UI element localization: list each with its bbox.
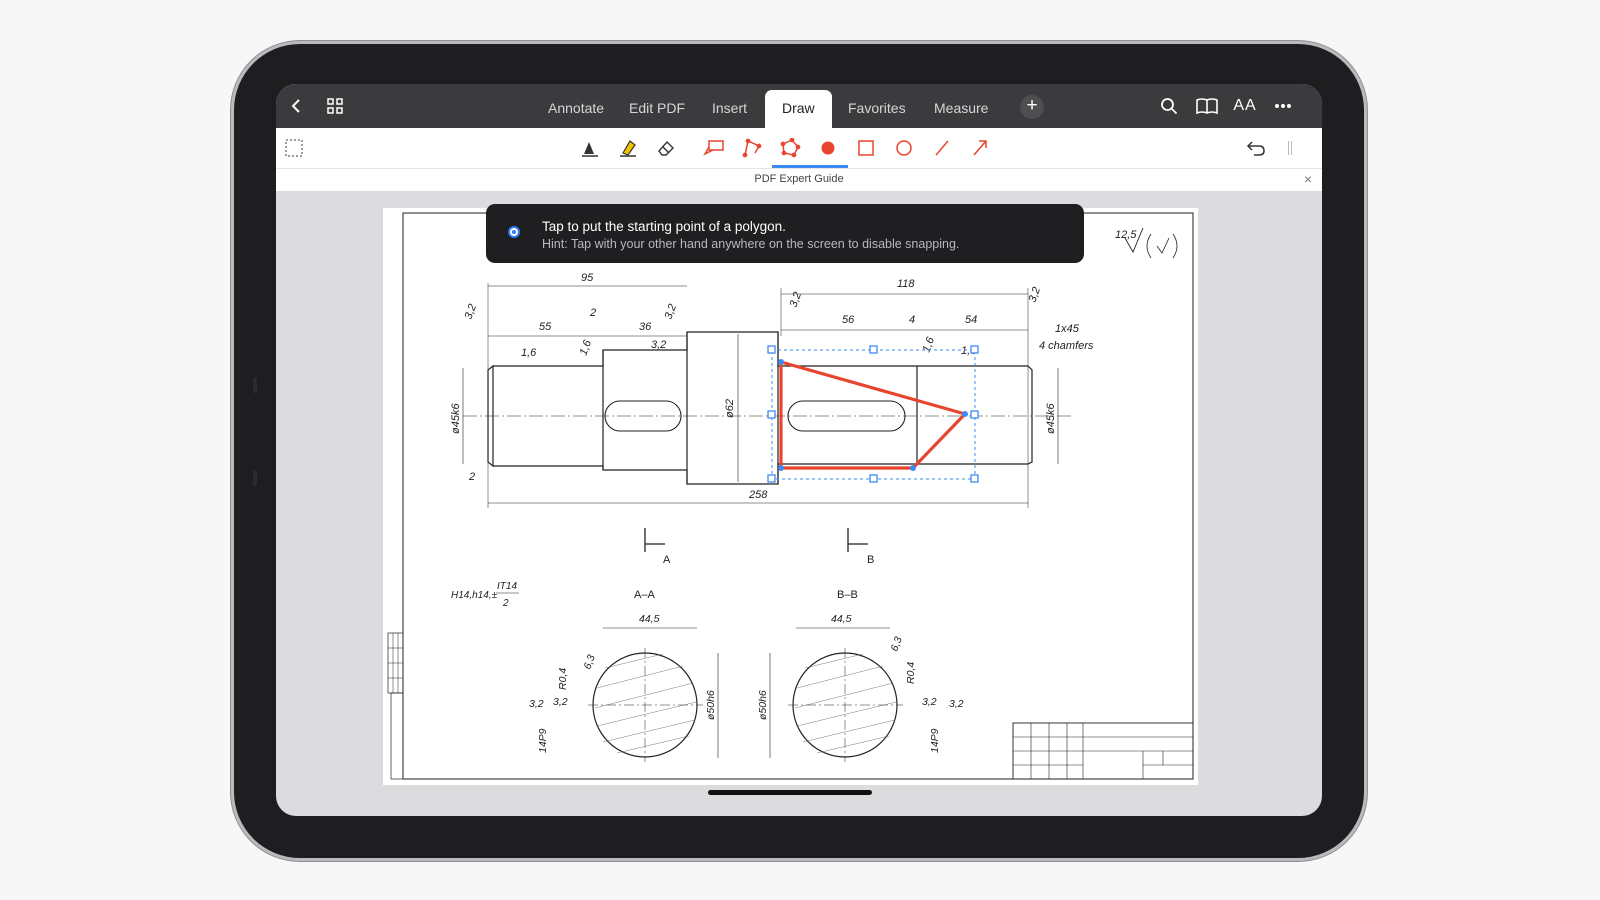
app-screen: Annotate Edit PDF Insert Draw Favorites … xyxy=(276,84,1322,816)
dim-118: 118 xyxy=(897,278,915,290)
dim-3-2d: 3,2 xyxy=(788,291,805,309)
dim-d45-right: ø45k6 xyxy=(1045,403,1057,434)
dim-258: 258 xyxy=(748,489,768,501)
dim-14p9a: 14P9 xyxy=(537,728,549,753)
tab-measure[interactable]: Measure xyxy=(922,90,1000,128)
tab-edit-pdf[interactable]: Edit PDF xyxy=(617,90,697,128)
section-a-label: A xyxy=(663,554,671,566)
tab-insert[interactable]: Insert xyxy=(700,90,759,128)
draw-toolbar xyxy=(276,128,1322,169)
close-guide-button[interactable]: × xyxy=(1304,169,1312,189)
dim-2b: 2 xyxy=(468,471,475,483)
dim-3-2e: 3,2 xyxy=(529,698,544,710)
ipad-camera-mark xyxy=(253,377,257,393)
dim-55: 55 xyxy=(539,321,552,333)
dim-3-2f: 3,2 xyxy=(553,696,568,708)
grid-icon[interactable] xyxy=(320,92,350,120)
ellipse-icon[interactable] xyxy=(890,134,918,162)
dim-d50b: ø50h6 xyxy=(757,690,769,720)
chamfer-count: 4 chamfers xyxy=(1039,340,1094,352)
dim-44-5a: 44,5 xyxy=(639,613,660,625)
dim-44-5b: 44,5 xyxy=(831,613,852,625)
technical-drawing: 12,5 95 118 55 2 36 3,2 3,2 3,2 3,2 3,2 … xyxy=(387,212,1194,780)
tab-draw[interactable]: Draw xyxy=(765,90,832,128)
hint-title: Tap to put the starting point of a polyg… xyxy=(542,219,786,234)
dim-r0-4a: R0,4 xyxy=(557,668,569,690)
dim-3-2h: 3,2 xyxy=(949,698,964,710)
tolerance-denominator: 2 xyxy=(502,598,509,609)
selected-tool-indicator xyxy=(772,165,848,168)
rectangle-icon[interactable] xyxy=(852,134,880,162)
home-indicator[interactable] xyxy=(708,790,872,795)
chevron-left-icon[interactable] xyxy=(282,92,312,120)
guide-title: PDF Expert Guide xyxy=(754,173,844,185)
section-aa-title: A–A xyxy=(634,589,655,601)
section-bb-title: B–B xyxy=(837,589,858,601)
dim-d62: ø62 xyxy=(724,399,736,418)
polygon-icon[interactable] xyxy=(776,134,804,162)
dim-d45-left: ø45k6 xyxy=(450,403,462,434)
dim-56: 56 xyxy=(842,314,855,326)
font-size-label: AA xyxy=(1233,97,1257,114)
undo-icon[interactable] xyxy=(1242,134,1270,162)
top-navigation-bar: Annotate Edit PDF Insert Draw Favorites … xyxy=(276,84,1322,128)
polyline-icon[interactable] xyxy=(738,134,766,162)
color-dot-icon[interactable] xyxy=(814,134,842,162)
dim-14p9b: 14P9 xyxy=(929,728,941,753)
dim-3-2a: 3,2 xyxy=(463,303,480,321)
ipad-sensor-mark xyxy=(253,470,257,486)
font-size-icon[interactable]: AA xyxy=(1230,92,1260,120)
tolerance-numerator: IT14 xyxy=(497,581,517,592)
selection-icon[interactable] xyxy=(280,134,308,162)
chamfer-size: 1x45 xyxy=(1055,323,1080,335)
arrow-icon[interactable] xyxy=(966,134,994,162)
dim-3-2c: 3,2 xyxy=(651,339,666,351)
dim-3-2b: 3,2 xyxy=(663,303,680,321)
dim-6-3a: 6,3 xyxy=(582,653,598,671)
section-b-label: B xyxy=(867,554,874,566)
dim-1-6c: 1,6 xyxy=(921,335,938,354)
dim-3-2-right: 3,2 xyxy=(1027,286,1044,304)
dim-2a: 2 xyxy=(589,307,596,319)
eraser-icon[interactable] xyxy=(652,134,680,162)
dim-6-3b: 6,3 xyxy=(889,635,905,653)
pdf-page[interactable]: 12,5 95 118 55 2 36 3,2 3,2 3,2 3,2 3,2 … xyxy=(383,208,1198,785)
line-icon[interactable] xyxy=(928,134,956,162)
dim-36: 36 xyxy=(639,321,652,333)
dim-r0-4b: R0,4 xyxy=(905,662,917,684)
tab-favorites[interactable]: Favorites xyxy=(836,90,918,128)
pen-icon[interactable] xyxy=(576,134,604,162)
callout-icon[interactable] xyxy=(700,134,728,162)
more-icon[interactable] xyxy=(1268,92,1298,120)
dim-54: 54 xyxy=(965,314,977,326)
roughness-label: 12,5 xyxy=(1115,229,1137,241)
dim-d50a: ø50h6 xyxy=(705,690,717,720)
dim-3-2g: 3,2 xyxy=(922,696,937,708)
book-icon[interactable] xyxy=(1192,92,1222,120)
tolerance-note: H14,h14,± xyxy=(451,590,498,601)
tab-annotate[interactable]: Annotate xyxy=(536,90,616,128)
guide-bar: PDF Expert Guide × xyxy=(276,169,1322,191)
dim-1-6a: 1,6 xyxy=(521,347,537,359)
highlighter-icon[interactable] xyxy=(614,134,642,162)
dim-95: 95 xyxy=(581,272,594,284)
add-tab-button[interactable]: + xyxy=(1020,95,1044,119)
toolbar-handle-icon[interactable] xyxy=(1276,134,1304,162)
dim-1-6b: 1,6 xyxy=(578,338,595,357)
dim-4: 4 xyxy=(909,314,915,326)
hint-subtitle: Hint: Tap with your other hand anywhere … xyxy=(542,237,960,251)
radio-dot-icon xyxy=(508,226,520,238)
search-icon[interactable] xyxy=(1154,92,1184,120)
polygon-hint-tooltip: Tap to put the starting point of a polyg… xyxy=(486,204,1084,263)
